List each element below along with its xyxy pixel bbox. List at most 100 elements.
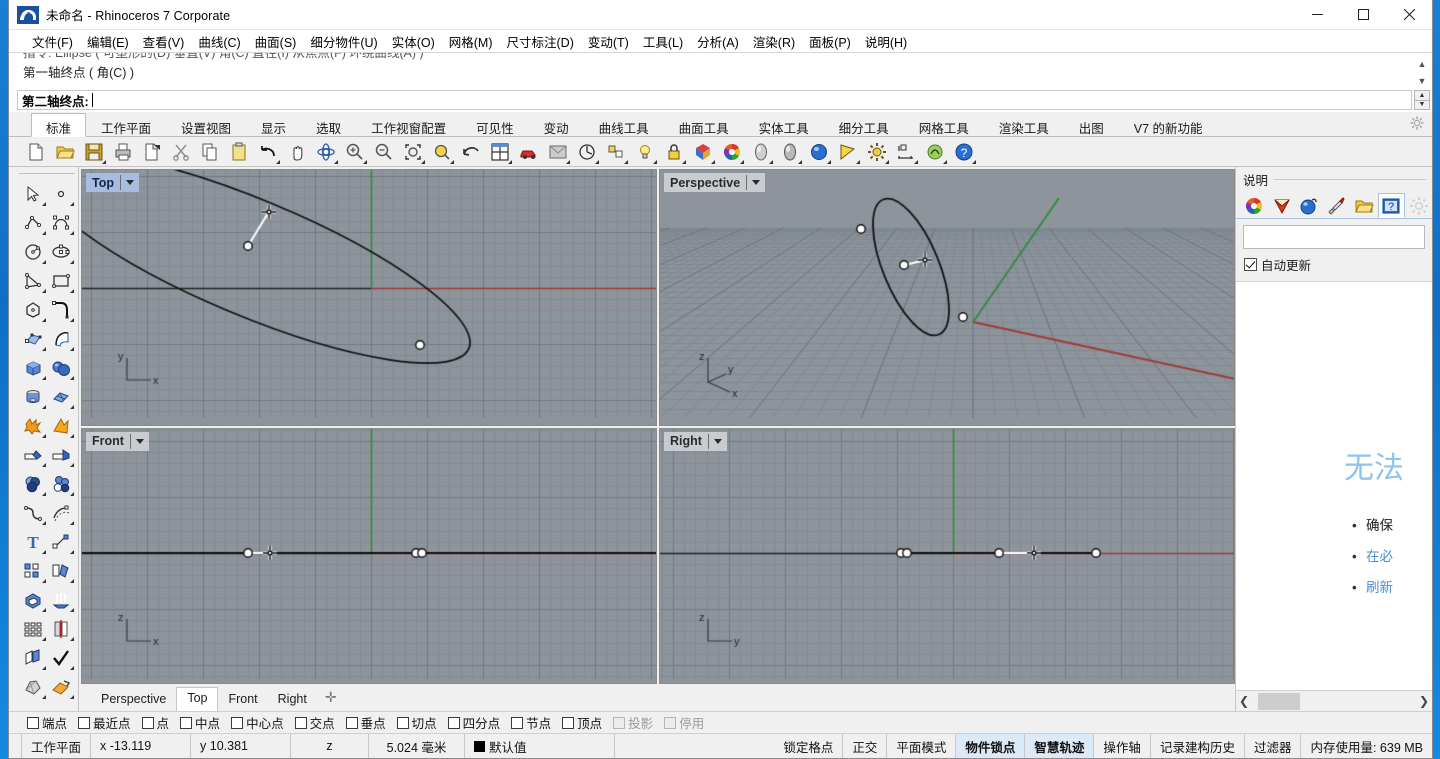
selection-filter-icon[interactable]: [603, 139, 629, 165]
osnap-checkbox[interactable]: [294, 716, 307, 729]
osnap-checkbox[interactable]: [180, 716, 193, 729]
ribbon-tab-11[interactable]: 细分工具: [824, 113, 904, 137]
flyout-arrow-icon[interactable]: [70, 492, 74, 496]
viewport-perspective-label[interactable]: Perspective: [664, 173, 766, 192]
circle-icon[interactable]: [19, 237, 47, 266]
add-viewport-tab-icon[interactable]: ✛: [317, 686, 345, 711]
curve-interp-icon[interactable]: [47, 208, 75, 237]
minimize-button[interactable]: [1294, 0, 1340, 30]
extend-icon[interactable]: [47, 440, 75, 469]
cut-icon[interactable]: [168, 139, 194, 165]
scroll-thumb[interactable]: [1258, 692, 1300, 710]
auto-update-checkbox[interactable]: 自动更新: [1236, 255, 1432, 282]
rectangle-icon[interactable]: [47, 266, 75, 295]
dimension-icon[interactable]: [893, 139, 919, 165]
help-icon[interactable]: ?: [951, 139, 977, 165]
flyout-arrow-icon[interactable]: [70, 202, 74, 206]
viewport-right[interactable]: Right: [659, 427, 1235, 684]
flyout-arrow-icon[interactable]: [42, 434, 46, 438]
sphere-solid-icon[interactable]: [47, 353, 75, 382]
flyout-arrow-icon[interactable]: [70, 637, 74, 641]
flyout-arrow-icon[interactable]: [566, 159, 570, 164]
command-history-scrollbar[interactable]: ▲ ▼: [1414, 55, 1430, 89]
menu-surface[interactable]: 曲面(S): [248, 31, 304, 52]
copy-objects-icon[interactable]: [47, 556, 75, 585]
osnap-中点[interactable]: 中点: [176, 713, 224, 732]
ribbon-tab-7[interactable]: 变动: [529, 113, 584, 137]
ribbon-tab-15[interactable]: V7 的新功能: [1119, 113, 1218, 137]
menu-curve[interactable]: 曲线(C): [191, 31, 247, 52]
flyout-arrow-icon[interactable]: [70, 666, 74, 670]
offset-curve-icon[interactable]: [47, 498, 75, 527]
ribbon-tab-10[interactable]: 实体工具: [744, 113, 824, 137]
status-toggle-记录建构历史[interactable]: 记录建构历史: [1151, 734, 1245, 758]
zoom-previous-icon[interactable]: [458, 139, 484, 165]
flyout-arrow-icon[interactable]: [70, 318, 74, 322]
export-icon[interactable]: [139, 139, 165, 165]
command-line-resizer[interactable]: ▲ ▼: [1414, 90, 1430, 110]
flyout-arrow-icon[interactable]: [42, 550, 46, 554]
ribbon-tab-6[interactable]: 可见性: [461, 113, 529, 137]
scroll-track[interactable]: [1252, 692, 1416, 710]
flyout-arrow-icon[interactable]: [42, 608, 46, 612]
viewport-top-label[interactable]: Top: [86, 173, 139, 192]
ribbon-tab-1[interactable]: 工作平面: [86, 113, 166, 137]
undo-icon[interactable]: [255, 139, 281, 165]
ribbon-tab-4[interactable]: 选取: [301, 113, 356, 137]
scroll-down-icon[interactable]: ▼: [1414, 72, 1430, 89]
status-toggle-锁定格点[interactable]: 锁定格点: [774, 734, 844, 758]
flyout-arrow-icon[interactable]: [70, 231, 74, 235]
layer-tools-icon[interactable]: [19, 643, 47, 672]
copy-icon[interactable]: [197, 139, 223, 165]
rotate-view-icon[interactable]: [313, 139, 339, 165]
osnap-交点[interactable]: 交点: [291, 713, 339, 732]
maximize-button[interactable]: [1340, 0, 1386, 30]
menu-file[interactable]: 文件(F): [25, 31, 80, 52]
close-button[interactable]: [1386, 0, 1432, 30]
scroll-right-icon[interactable]: ❯: [1416, 694, 1432, 708]
flyout-arrow-icon[interactable]: [70, 695, 74, 699]
menu-tools[interactable]: 工具(L): [636, 31, 690, 52]
surface-srf-pt-icon[interactable]: [19, 324, 47, 353]
osnap-最近点[interactable]: 最近点: [74, 713, 135, 732]
print-icon[interactable]: [110, 139, 136, 165]
flyout-arrow-icon[interactable]: [70, 434, 74, 438]
flyout-arrow-icon[interactable]: [42, 376, 46, 380]
ellipse-icon[interactable]: [47, 237, 75, 266]
flyout-arrow-icon[interactable]: [653, 159, 657, 164]
status-layer[interactable]: 默认值: [465, 734, 616, 758]
render-material-icon[interactable]: [47, 672, 75, 701]
cap-holes-icon[interactable]: [19, 585, 47, 614]
checkbox-icon[interactable]: [1244, 258, 1257, 271]
boolean-diff-icon[interactable]: [47, 469, 75, 498]
explode-icon[interactable]: [19, 411, 47, 440]
viewport-tab-right[interactable]: Right: [268, 689, 317, 711]
flyout-arrow-icon[interactable]: [508, 159, 512, 164]
light-icon[interactable]: [632, 139, 658, 165]
viewport-top-canvas[interactable]: [82, 170, 656, 418]
box-solid-icon[interactable]: [19, 353, 47, 382]
menu-transform[interactable]: 变动(T): [581, 31, 636, 52]
lock-icon[interactable]: [661, 139, 687, 165]
flyout-arrow-icon[interactable]: [70, 289, 74, 293]
chevron-down-icon[interactable]: [135, 438, 144, 444]
osnap-四分点[interactable]: 四分点: [444, 713, 505, 732]
point-icon[interactable]: [47, 179, 75, 208]
osnap-checkbox[interactable]: [562, 716, 575, 729]
viewport-tab-top[interactable]: Top: [176, 687, 219, 711]
scroll-up-icon[interactable]: ▲: [1414, 55, 1430, 72]
subd-plane-icon[interactable]: [47, 382, 75, 411]
chevron-down-icon[interactable]: [752, 180, 761, 185]
flyout-arrow-icon[interactable]: [70, 521, 74, 525]
menu-help[interactable]: 说明(H): [858, 31, 914, 52]
arc-icon[interactable]: [19, 266, 47, 295]
control-points-icon[interactable]: [47, 527, 75, 556]
flyout-arrow-icon[interactable]: [70, 260, 74, 264]
osnap-checkbox[interactable]: [231, 716, 244, 729]
command-input-row[interactable]: 第二轴终点:: [17, 90, 1412, 110]
ribbon-tab-13[interactable]: 渲染工具: [984, 113, 1064, 137]
resize-down-icon[interactable]: ▼: [1415, 101, 1429, 110]
osnap-中心点[interactable]: 中心点: [227, 713, 288, 732]
flyout-arrow-icon[interactable]: [421, 159, 425, 164]
toolbar-options-gear-icon[interactable]: [1410, 116, 1424, 133]
